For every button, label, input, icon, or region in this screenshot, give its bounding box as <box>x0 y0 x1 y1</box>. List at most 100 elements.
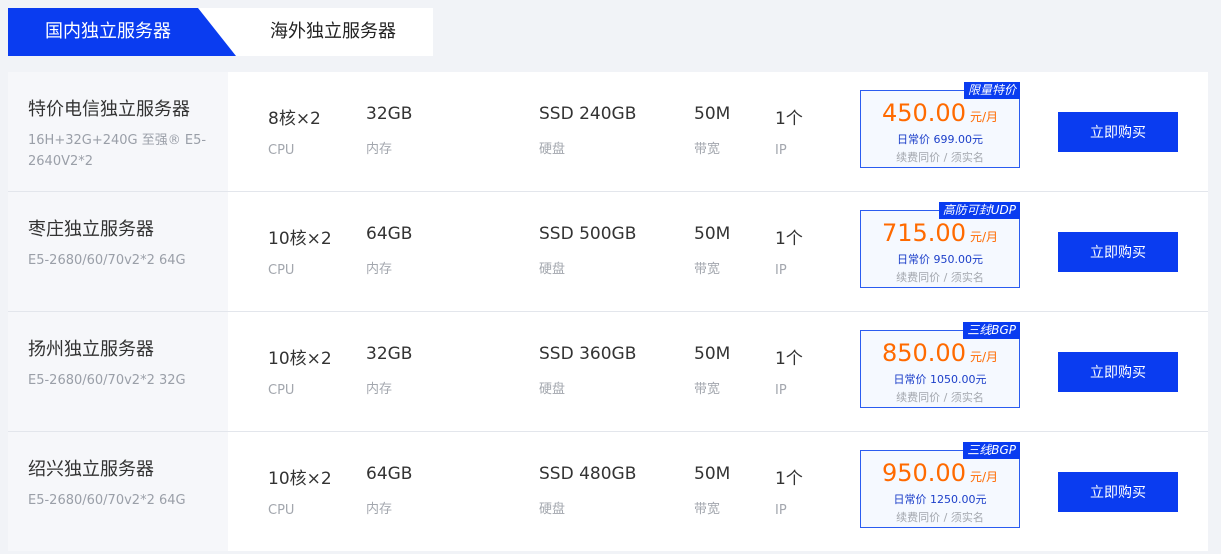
server-row: 枣庄独立服务器 E5-2680/60/70v2*2 64G 10核×2 CPU … <box>8 192 1208 312</box>
spec-ip: 1个 IP <box>775 344 803 398</box>
renewal-note: 续费同价 / 须实名 <box>896 271 984 284</box>
server-description: E5-2680/60/70v2*2 64G <box>28 493 186 508</box>
price-line: 715.00 元/月 <box>861 219 1019 247</box>
spec-cpu: 10核×2 CPU <box>268 344 332 398</box>
spec-bandwidth-label: 带宽 <box>694 382 721 397</box>
spec-cpu: 10核×2 CPU <box>268 464 332 518</box>
server-region-tabs: 海外独立服务器 国内独立服务器 <box>8 8 433 56</box>
server-row: 绍兴独立服务器 E5-2680/60/70v2*2 64G 10核×2 CPU … <box>8 432 1208 551</box>
price-amount: 715.00 <box>881 219 966 247</box>
original-price: 日常价 699.00元 <box>897 133 983 146</box>
promo-badge: 三线BGP <box>963 322 1020 339</box>
spec-memory: 64GB 内存 <box>366 224 412 277</box>
server-title: 扬州独立服务器 <box>28 339 154 360</box>
spec-cpu-value: 8核×2 <box>268 109 321 129</box>
spec-cpu: 10核×2 CPU <box>268 224 332 278</box>
spec-disk-label: 硬盘 <box>539 142 566 157</box>
buy-now-button[interactable]: 立即购买 <box>1058 112 1178 152</box>
promo-badge: 限量特价 <box>963 82 1020 99</box>
spec-ip-value: 1个 <box>775 349 803 369</box>
spec-memory-value: 32GB <box>366 104 413 124</box>
spec-disk: SSD 480GB 硬盘 <box>539 464 636 517</box>
server-name-cell: 绍兴独立服务器 E5-2680/60/70v2*2 64G <box>8 432 228 551</box>
spec-ip-label: IP <box>775 143 787 158</box>
server-list: 特价电信独立服务器 16H+32G+240G 至强® E5-2640V2*2 8… <box>8 72 1208 551</box>
spec-ip-value: 1个 <box>775 469 803 489</box>
spec-bandwidth-value: 50M <box>694 344 731 364</box>
tab-domestic-label: 国内独立服务器 <box>45 21 171 42</box>
spec-bandwidth-value: 50M <box>694 464 731 484</box>
spec-bandwidth: 50M 带宽 <box>694 224 730 277</box>
renewal-note: 续费同价 / 须实名 <box>896 391 984 404</box>
server-title: 绍兴独立服务器 <box>28 459 154 480</box>
tab-domestic-servers[interactable]: 国内独立服务器 <box>8 8 236 56</box>
spec-memory-label: 内存 <box>366 262 393 277</box>
server-name-cell: 枣庄独立服务器 E5-2680/60/70v2*2 64G <box>8 192 228 311</box>
spec-disk: SSD 240GB 硬盘 <box>539 104 636 157</box>
price-line: 950.00 元/月 <box>861 459 1019 487</box>
spec-bandwidth: 50M 带宽 <box>694 464 730 517</box>
price-box: 三线BGP 850.00 元/月 日常价 1050.00元 续费同价 / 须实名 <box>860 322 1020 408</box>
spec-ip-label: IP <box>775 263 787 278</box>
spec-memory-value: 64GB <box>366 464 413 484</box>
server-title: 枣庄独立服务器 <box>28 219 154 240</box>
spec-cpu: 8核×2 CPU <box>268 104 321 158</box>
spec-memory: 64GB 内存 <box>366 464 412 517</box>
spec-memory-value: 32GB <box>366 344 413 364</box>
server-description: 16H+32G+240G 至强® E5-2640V2*2 <box>28 133 207 169</box>
spec-disk-value: SSD 480GB <box>539 464 637 484</box>
promo-badge: 高防可封UDP <box>938 202 1020 219</box>
price-unit: 元/月 <box>969 470 999 484</box>
spec-disk-label: 硬盘 <box>539 382 566 397</box>
buy-now-button[interactable]: 立即购买 <box>1058 352 1178 392</box>
buy-now-button[interactable]: 立即购买 <box>1058 232 1178 272</box>
spec-cpu-label: CPU <box>268 383 295 398</box>
spec-memory-label: 内存 <box>366 502 393 517</box>
spec-cpu-label: CPU <box>268 143 295 158</box>
spec-ip: 1个 IP <box>775 224 803 278</box>
price-line: 450.00 元/月 <box>861 99 1019 127</box>
spec-disk-value: SSD 360GB <box>539 344 637 364</box>
price-unit: 元/月 <box>969 230 999 244</box>
spec-cpu-label: CPU <box>268 503 295 518</box>
spec-memory-value: 64GB <box>366 224 413 244</box>
server-name-cell: 扬州独立服务器 E5-2680/60/70v2*2 32G <box>8 312 228 431</box>
spec-bandwidth: 50M 带宽 <box>694 104 730 157</box>
server-row: 特价电信独立服务器 16H+32G+240G 至强® E5-2640V2*2 8… <box>8 72 1208 192</box>
spec-bandwidth-label: 带宽 <box>694 262 721 277</box>
promo-badge: 三线BGP <box>963 442 1020 459</box>
spec-disk: SSD 360GB 硬盘 <box>539 344 636 397</box>
price-line: 850.00 元/月 <box>861 339 1019 367</box>
spec-cpu-label: CPU <box>268 263 295 278</box>
price-amount: 850.00 <box>881 339 966 367</box>
spec-memory-label: 内存 <box>366 382 393 397</box>
server-title: 特价电信独立服务器 <box>28 99 190 120</box>
price-amount: 950.00 <box>881 459 966 487</box>
server-name-cell: 特价电信独立服务器 16H+32G+240G 至强® E5-2640V2*2 <box>8 72 228 191</box>
original-price: 日常价 1250.00元 <box>893 493 987 506</box>
server-description: E5-2680/60/70v2*2 64G <box>28 253 186 268</box>
spec-cpu-value: 10核×2 <box>268 469 332 489</box>
price-box: 限量特价 450.00 元/月 日常价 699.00元 续费同价 / 须实名 <box>860 82 1020 168</box>
spec-memory: 32GB 内存 <box>366 344 412 397</box>
spec-ip-label: IP <box>775 383 787 398</box>
server-row: 扬州独立服务器 E5-2680/60/70v2*2 32G 10核×2 CPU … <box>8 312 1208 432</box>
spec-ip-value: 1个 <box>775 109 803 129</box>
spec-ip-label: IP <box>775 503 787 518</box>
price-unit: 元/月 <box>969 110 999 124</box>
renewal-note: 续费同价 / 须实名 <box>896 511 984 524</box>
spec-ip: 1个 IP <box>775 464 803 518</box>
spec-bandwidth-value: 50M <box>694 104 731 124</box>
spec-bandwidth-value: 50M <box>694 224 731 244</box>
spec-ip: 1个 IP <box>775 104 803 158</box>
buy-now-button[interactable]: 立即购买 <box>1058 472 1178 512</box>
spec-disk: SSD 500GB 硬盘 <box>539 224 636 277</box>
spec-bandwidth: 50M 带宽 <box>694 344 730 397</box>
original-price: 日常价 950.00元 <box>897 253 983 266</box>
spec-disk-value: SSD 240GB <box>539 104 637 124</box>
spec-disk-value: SSD 500GB <box>539 224 637 244</box>
spec-memory-label: 内存 <box>366 142 393 157</box>
spec-cpu-value: 10核×2 <box>268 229 332 249</box>
spec-cpu-value: 10核×2 <box>268 349 332 369</box>
spec-bandwidth-label: 带宽 <box>694 502 721 517</box>
